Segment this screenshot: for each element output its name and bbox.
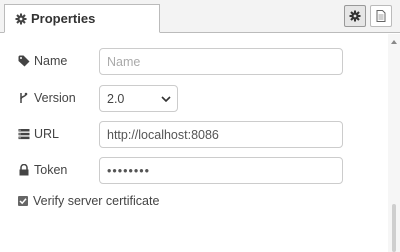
verify-certificate-checkbox[interactable] [18,196,28,206]
lock-icon [19,164,29,176]
token-row-label: Token [18,163,67,177]
token-label: Token [34,163,68,177]
settings-button[interactable] [344,5,366,27]
url-row-label: URL [18,127,59,141]
document-icon [376,10,386,22]
server-icon [18,129,30,140]
branch-icon [20,92,28,103]
name-input[interactable] [99,48,343,75]
tab-properties[interactable]: Properties [4,4,160,33]
tab-bar: Properties [0,0,400,33]
documentation-button[interactable] [370,5,392,27]
scroll-thumb[interactable] [392,204,396,252]
name-label: Name [34,54,68,68]
url-input[interactable] [99,121,343,148]
version-selected-value: 2.0 [107,92,125,106]
scroll-up-arrow-icon[interactable] [391,40,397,44]
tag-icon [18,55,30,67]
verify-certificate-label: Verify server certificate [33,194,160,208]
token-input[interactable] [99,157,343,184]
url-label: URL [34,127,60,141]
name-row-label: Name [18,54,67,68]
version-label: Version [34,91,76,105]
gear-icon [349,10,361,22]
version-select[interactable]: 2.0 [99,85,178,112]
tab-properties-label: Properties [31,11,96,26]
chevron-down-icon [161,96,171,102]
checkmark-icon [19,198,27,205]
gear-icon [15,13,27,25]
scrollbar[interactable] [388,34,400,252]
version-row-label: Version [18,91,76,105]
